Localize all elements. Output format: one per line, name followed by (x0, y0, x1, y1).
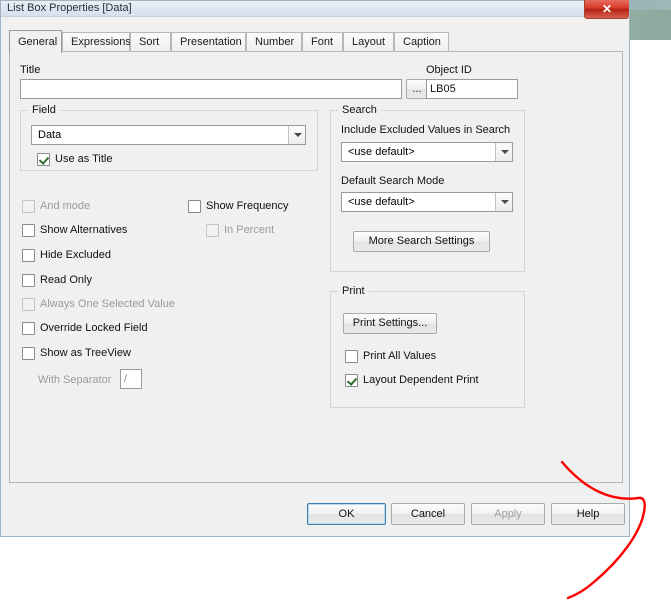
tab-expressions[interactable]: Expressions (62, 32, 131, 52)
title-bar: List Box Properties [Data] ✕ (1, 0, 629, 19)
search-group: Search Include Excluded Values in Search… (330, 104, 525, 272)
show-alternatives-label: Show Alternatives (40, 224, 128, 236)
and-mode-label: And mode (40, 200, 91, 212)
title-label: Title (20, 64, 41, 76)
tab-layout[interactable]: Layout (343, 32, 394, 52)
ok-button[interactable]: OK (307, 503, 386, 525)
tab-font[interactable]: Font (302, 32, 343, 52)
show-as-treeview-label: Show as TreeView (40, 347, 131, 359)
layout-dependent-print-label: Layout Dependent Print (363, 374, 479, 386)
tab-caption[interactable]: Caption (394, 32, 449, 52)
print-group-label: Print (338, 285, 369, 297)
include-excluded-value: <use default> (348, 146, 415, 158)
use-as-title-check-icon (37, 153, 50, 166)
print-settings-button[interactable]: Print Settings... (343, 313, 437, 334)
use-as-title-label: Use as Title (55, 153, 113, 165)
show-frequency-label: Show Frequency (206, 200, 289, 212)
object-id-input[interactable] (426, 79, 518, 99)
tab-sort[interactable]: Sort (130, 32, 171, 52)
default-search-mode-value: <use default> (348, 196, 415, 208)
with-separator-label: With Separator (38, 374, 112, 386)
print-group: Print Print Settings... Print All Values… (330, 285, 525, 408)
tab-strip: General Expressions Sort Presentation Nu… (9, 30, 623, 53)
tab-number[interactable]: Number (246, 32, 302, 52)
read-only-label: Read Only (40, 274, 92, 286)
include-excluded-combo[interactable]: <use default> (341, 142, 513, 162)
chevron-down-icon[interactable] (495, 193, 512, 211)
hide-excluded-box-icon (22, 249, 35, 262)
layout-dependent-print-check-icon (345, 374, 358, 387)
field-combo[interactable]: Data (31, 125, 306, 145)
object-id-label: Object ID (426, 64, 472, 76)
hide-excluded-label: Hide Excluded (40, 249, 111, 261)
show-as-treeview-box-icon (22, 347, 35, 360)
apply-button: Apply (471, 503, 545, 525)
always-one-selected-value-label: Always One Selected Value (40, 298, 175, 310)
show-alternatives-box-icon (22, 224, 35, 237)
help-button[interactable]: Help (551, 503, 625, 525)
default-search-mode-combo[interactable]: <use default> (341, 192, 513, 212)
include-excluded-label: Include Excluded Values in Search (341, 124, 511, 136)
tab-general[interactable]: General (9, 30, 62, 53)
show-frequency-box-icon (188, 200, 201, 213)
print-all-values-label: Print All Values (363, 350, 437, 362)
field-group-label: Field (28, 104, 60, 116)
print-all-values-box-icon (345, 350, 358, 363)
more-search-settings-button[interactable]: More Search Settings (353, 231, 490, 252)
override-locked-field-label: Override Locked Field (40, 322, 148, 334)
in-percent-box-icon (206, 224, 219, 237)
general-tab-page: Title ... Object ID Field Data Use as Ti… (9, 51, 623, 483)
always-one-selected-value-box-icon (22, 298, 35, 311)
field-combo-value: Data (38, 129, 62, 141)
default-search-mode-label: Default Search Mode (341, 175, 445, 187)
close-icon[interactable]: ✕ (584, 0, 629, 19)
chevron-down-icon[interactable] (288, 126, 305, 144)
search-group-label: Search (338, 104, 381, 116)
title-input[interactable] (20, 79, 402, 99)
chevron-down-icon[interactable] (495, 143, 512, 161)
title-browse-button[interactable]: ... (406, 79, 428, 99)
window-title: List Box Properties [Data] (7, 2, 132, 14)
field-group: Field Data Use as Title (20, 104, 318, 171)
override-locked-field-box-icon (22, 322, 35, 335)
tab-presentation[interactable]: Presentation (171, 32, 246, 52)
list-box-properties-dialog: List Box Properties [Data] ✕ General Exp… (0, 0, 630, 537)
read-only-box-icon (22, 274, 35, 287)
and-mode-box-icon (22, 200, 35, 213)
cancel-button[interactable]: Cancel (391, 503, 465, 525)
with-separator-input[interactable] (120, 369, 142, 389)
in-percent-label: In Percent (224, 224, 275, 236)
